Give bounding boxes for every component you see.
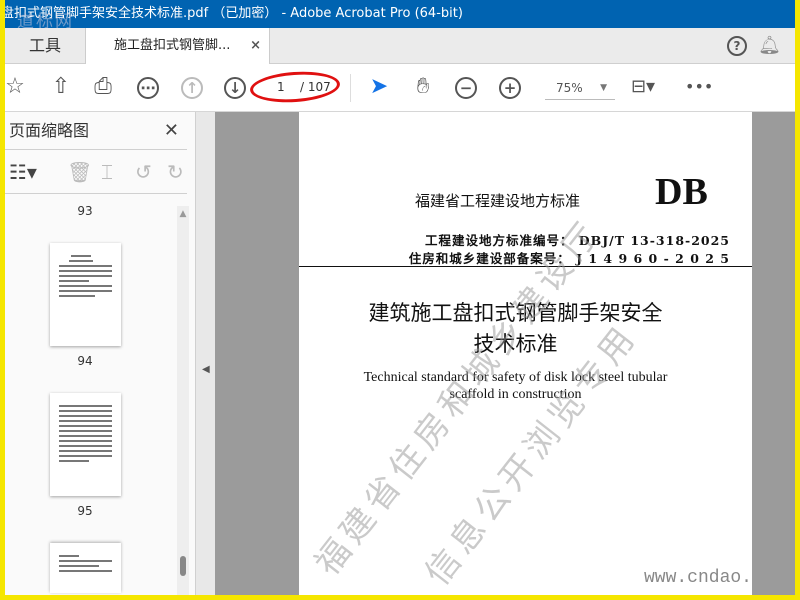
horizontal-rule [299, 266, 752, 267]
previous-page-icon[interactable]: ↑ [181, 77, 203, 99]
title-en-line2: scaffold in construction [449, 387, 582, 402]
thumbnail-list: 93 94 95 [5, 196, 175, 595]
close-tab-icon[interactable]: × [250, 28, 261, 64]
panel-title: 页面缩略图 [9, 121, 90, 140]
thumbnail-page-96[interactable] [50, 543, 121, 593]
scroll-up-icon[interactable]: ▲ [177, 209, 189, 219]
pdf-page: 福建省工程建设地方标准 DB 工程建设地方标准编号： DBJ/T 13-318-… [299, 112, 752, 595]
thumbnail-label: 93 [77, 204, 93, 218]
tab-tools[interactable]: 工具 [5, 28, 85, 64]
page-number-field[interactable]: 1 / 107 [255, 73, 335, 101]
db-mark: DB [655, 171, 708, 213]
zoom-in-icon[interactable]: + [499, 77, 521, 99]
tab-bar: 工具 施工盘扣式钢管脚... × ? 🔔︎ [5, 28, 795, 65]
document-viewer: 福建省工程建设地方标准 DB 工程建设地方标准编号： DBJ/T 13-318-… [215, 112, 795, 595]
close-panel-icon[interactable]: ✕ [164, 112, 179, 150]
thumbnail-label: 95 [77, 504, 93, 518]
next-page-icon[interactable]: ↓ [224, 77, 246, 99]
extract-icon[interactable]: ⌶ [101, 160, 113, 184]
panel-toolbar: ☷▾ 🗑︎ ⌶ ↺ ↻ [5, 150, 187, 194]
total-pages: / 107 [300, 80, 331, 94]
thumbnail-label: 94 [77, 354, 93, 368]
title-bar: 盘扣式钢管脚手架安全技术标准.pdf （已加密） - Adobe Acrobat… [5, 0, 795, 28]
cloud-upload-icon[interactable]: ⇧ [47, 74, 75, 100]
toolbar: ☆ ⇧ ⎙ ⋯ ↑ ↓ 1 / 107 ➤ ✋︎ − + 75% ▼ ⊟▾ ••… [5, 64, 795, 112]
collapse-arrow-icon[interactable]: ◀ [202, 364, 210, 375]
scrollbar-thumb[interactable] [180, 556, 186, 576]
acrobat-window: 盘扣式钢管脚手架安全技术标准.pdf （已加密） - Adobe Acrobat… [5, 0, 795, 595]
zoom-select[interactable]: 75% ▼ [545, 76, 615, 100]
title-en-line1: Technical standard for safety of disk lo… [363, 370, 668, 385]
options-menu-icon[interactable]: ☷▾ [9, 160, 37, 184]
more-tools-icon[interactable]: ••• [685, 74, 713, 100]
site-logo-watermark: 道标网 [17, 12, 74, 28]
site-url-watermark: www.cndao. [643, 568, 752, 588]
panel-header: 页面缩略图 ✕ [5, 112, 187, 150]
fit-page-icon[interactable]: ⊟▾ [629, 74, 657, 100]
page-thumbnails-panel: 页面缩略图 ✕ ☷▾ 🗑︎ ⌶ ↺ ↻ 93 94 95 ▲ [5, 112, 195, 595]
rotate-left-icon[interactable]: ↺ [135, 160, 152, 184]
hand-tool-icon[interactable]: ✋︎ [409, 74, 437, 100]
bell-icon[interactable]: 🔔︎ [758, 35, 781, 56]
current-page-input[interactable]: 1 [277, 73, 285, 101]
chevron-down-icon: ▼ [600, 83, 607, 93]
help-icon[interactable]: ? [727, 36, 747, 56]
star-icon[interactable]: ☆ [5, 74, 29, 100]
tab-document[interactable]: 施工盘扣式钢管脚... × [85, 28, 270, 65]
tab-document-label: 施工盘扣式钢管脚... [114, 38, 231, 53]
search-icon[interactable]: ⋯ [137, 77, 159, 99]
toolbar-divider [350, 74, 351, 102]
zoom-out-icon[interactable]: − [455, 77, 477, 99]
issuing-org: 福建省工程建设地方标准 [415, 192, 581, 210]
thumbnail-page-95[interactable] [50, 393, 121, 496]
print-icon[interactable]: ⎙ [89, 74, 117, 100]
trash-icon[interactable]: 🗑︎ [67, 160, 92, 184]
thumbnail-scrollbar[interactable]: ▲ [177, 206, 189, 595]
zoom-value: 75% [556, 81, 583, 95]
panel-collapse-divider[interactable]: ◀ [195, 112, 215, 595]
thumbnail-page-94[interactable] [50, 243, 121, 346]
rotate-right-icon[interactable]: ↻ [167, 160, 184, 184]
select-cursor-icon[interactable]: ➤ [365, 74, 393, 100]
